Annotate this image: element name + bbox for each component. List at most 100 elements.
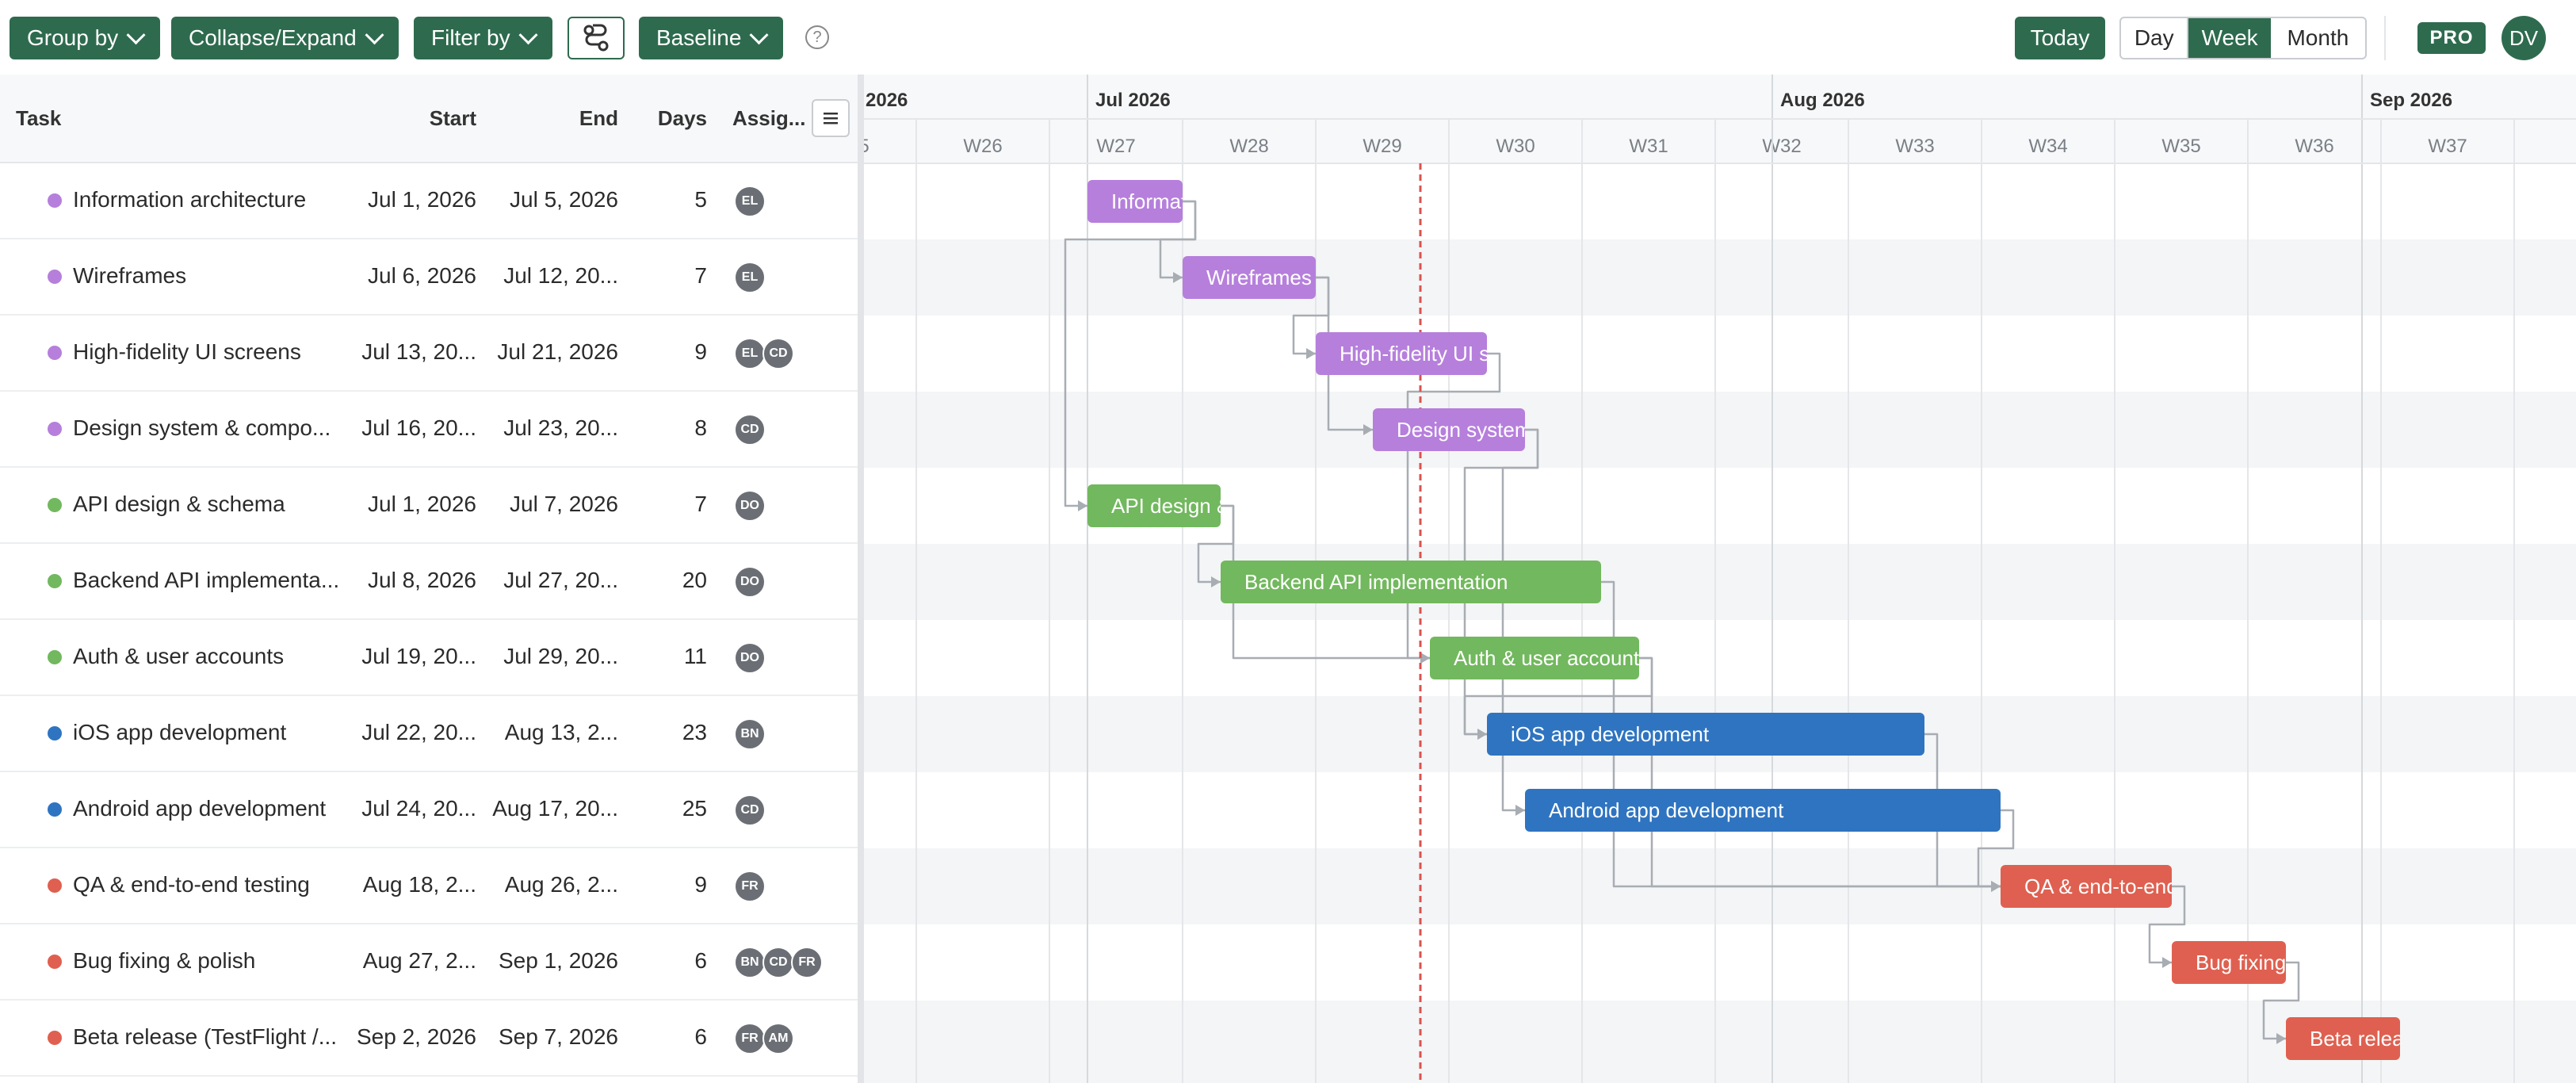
task-row[interactable]: Information architecture Jul 1, 2026 Jul 5… xyxy=(0,163,858,239)
task-name[interactable]: Android app development xyxy=(73,796,326,821)
help-icon[interactable]: ? xyxy=(805,25,829,49)
task-name[interactable]: API design & schema xyxy=(73,492,285,517)
task-end-date[interactable]: Jul 7, 2026 xyxy=(510,492,618,517)
task-days[interactable]: 6 xyxy=(694,1024,707,1050)
collapse-expand-button[interactable]: Collapse/Expand xyxy=(171,17,399,59)
task-bar[interactable]: Wireframes xyxy=(1183,256,1316,299)
task-days[interactable]: 25 xyxy=(682,796,707,821)
task-end-date[interactable]: Jul 27, 20... xyxy=(503,568,618,593)
task-start-date[interactable]: Jul 16, 20... xyxy=(361,415,476,441)
task-end-date[interactable]: Aug 26, 2... xyxy=(505,872,618,897)
task-bar[interactable]: Beta release (TestFlight / Play Console) xyxy=(2286,1017,2400,1060)
task-row[interactable]: Beta release (TestFlight /... Sep 2, 2026… xyxy=(0,1001,858,1077)
today-button[interactable]: Today xyxy=(2015,17,2105,59)
user-avatar[interactable]: DV xyxy=(2501,16,2546,60)
assignee-avatar[interactable]: AM xyxy=(762,1023,794,1054)
task-start-date[interactable]: Jul 6, 2026 xyxy=(368,263,476,289)
task-start-date[interactable]: Aug 18, 2... xyxy=(363,872,476,897)
group-by-button[interactable]: Group by xyxy=(10,17,161,59)
task-days[interactable]: 7 xyxy=(694,263,707,289)
zoom-month-option[interactable]: Month xyxy=(2271,18,2365,58)
task-name[interactable]: Information architecture xyxy=(73,187,306,212)
assignee-avatar[interactable]: DO xyxy=(734,566,766,598)
task-days[interactable]: 9 xyxy=(694,872,707,897)
task-days[interactable]: 7 xyxy=(694,492,707,517)
task-row[interactable]: Wireframes Jul 6, 2026 Jul 12, 20... 7 EL xyxy=(0,239,858,316)
task-end-date[interactable]: Sep 7, 2026 xyxy=(499,1024,618,1050)
assignee-avatar[interactable]: FR xyxy=(734,1023,766,1054)
task-name[interactable]: iOS app development xyxy=(73,720,286,745)
task-name[interactable]: High-fidelity UI screens xyxy=(73,339,301,365)
column-menu-button[interactable] xyxy=(812,99,850,137)
task-end-date[interactable]: Aug 13, 2... xyxy=(505,720,618,745)
assignee-avatar[interactable]: FR xyxy=(791,947,823,978)
task-start-date[interactable]: Jul 1, 2026 xyxy=(368,492,476,517)
task-days[interactable]: 8 xyxy=(694,415,707,441)
task-days[interactable]: 11 xyxy=(684,644,707,669)
task-bar[interactable]: iOS app development xyxy=(1487,713,1924,756)
task-days[interactable]: 6 xyxy=(694,948,707,974)
task-row[interactable]: Design system & compo... Jul 16, 20... Jul… xyxy=(0,392,858,468)
assignee-avatar[interactable]: BN xyxy=(734,947,766,978)
task-bar[interactable]: Backend API implementation xyxy=(1221,561,1601,603)
assignee-avatar[interactable]: EL xyxy=(734,262,766,293)
assignee-avatar[interactable]: EL xyxy=(734,186,766,217)
task-bar[interactable]: High-fidelity UI screens xyxy=(1316,332,1487,375)
column-header-days[interactable]: Days xyxy=(658,106,707,131)
column-header-end[interactable]: End xyxy=(579,106,618,131)
task-start-date[interactable]: Jul 13, 20... xyxy=(361,339,476,365)
dependencies-toggle-button[interactable] xyxy=(568,17,625,59)
task-start-date[interactable]: Aug 27, 2... xyxy=(363,948,476,974)
task-bar[interactable]: Auth & user accounts xyxy=(1430,637,1639,679)
task-name[interactable]: Bug fixing & polish xyxy=(73,948,255,974)
task-name[interactable]: Backend API implementa... xyxy=(73,568,339,593)
zoom-week-option[interactable]: Week xyxy=(2188,18,2271,58)
filter-by-button[interactable]: Filter by xyxy=(414,17,552,59)
assignee-avatar[interactable]: DO xyxy=(734,490,766,522)
task-name[interactable]: Beta release (TestFlight /... xyxy=(73,1024,337,1050)
task-name[interactable]: Design system & compo... xyxy=(73,415,331,441)
task-row[interactable]: Auth & user accounts Jul 19, 20... Jul 29,… xyxy=(0,620,858,696)
task-bar[interactable]: API design & schema xyxy=(1087,484,1221,527)
task-bar[interactable]: Android app development xyxy=(1525,789,2001,832)
assignee-avatar[interactable]: FR xyxy=(734,871,766,902)
task-row[interactable]: Backend API implementa... Jul 8, 2026 Jul … xyxy=(0,544,858,620)
task-bar[interactable]: Bug fixing & polish xyxy=(2172,941,2286,984)
task-days[interactable]: 23 xyxy=(682,720,707,745)
task-row[interactable]: QA & end-to-end testing Aug 18, 2... Aug 2… xyxy=(0,848,858,924)
column-header-assignees[interactable]: Assig... xyxy=(732,106,805,131)
assignee-avatar[interactable]: BN xyxy=(734,718,766,750)
baseline-button[interactable]: Baseline xyxy=(639,17,784,59)
task-name[interactable]: Auth & user accounts xyxy=(73,644,284,669)
assignee-avatar[interactable]: CD xyxy=(734,794,766,826)
task-bar[interactable]: QA & end-to-end testing xyxy=(2001,865,2172,908)
assignee-avatar[interactable]: EL xyxy=(734,338,766,369)
zoom-day-option[interactable]: Day xyxy=(2121,18,2189,58)
task-end-date[interactable]: Jul 12, 20... xyxy=(503,263,618,289)
task-end-date[interactable]: Sep 1, 2026 xyxy=(499,948,618,974)
task-bar[interactable]: Information architecture xyxy=(1087,180,1183,223)
task-row[interactable]: API design & schema Jul 1, 2026 Jul 7, 202… xyxy=(0,468,858,544)
plan-badge[interactable]: PRO xyxy=(2417,22,2486,54)
assignee-avatar[interactable]: CD xyxy=(762,947,794,978)
task-end-date[interactable]: Jul 21, 2026 xyxy=(497,339,618,365)
task-bar[interactable]: Design system & components xyxy=(1373,408,1525,451)
task-end-date[interactable]: Jul 29, 20... xyxy=(503,644,618,669)
task-name[interactable]: QA & end-to-end testing xyxy=(73,872,310,897)
task-start-date[interactable]: Jul 24, 20... xyxy=(361,796,476,821)
task-row[interactable]: High-fidelity UI screens Jul 13, 20... Jul… xyxy=(0,316,858,392)
pane-splitter[interactable] xyxy=(858,75,864,1083)
task-row[interactable]: iOS app development Jul 22, 20... Aug 13, … xyxy=(0,696,858,772)
task-end-date[interactable]: Jul 5, 2026 xyxy=(510,187,618,212)
task-days[interactable]: 5 xyxy=(694,187,707,212)
column-header-task[interactable]: Task xyxy=(16,106,61,131)
task-start-date[interactable]: Jul 1, 2026 xyxy=(368,187,476,212)
task-days[interactable]: 20 xyxy=(682,568,707,593)
assignee-avatar[interactable]: CD xyxy=(734,414,766,446)
task-start-date[interactable]: Jul 8, 2026 xyxy=(368,568,476,593)
assignee-avatar[interactable]: DO xyxy=(734,642,766,674)
task-days[interactable]: 9 xyxy=(694,339,707,365)
assignee-avatar[interactable]: CD xyxy=(762,338,794,369)
task-end-date[interactable]: Jul 23, 20... xyxy=(503,415,618,441)
task-start-date[interactable]: Jul 22, 20... xyxy=(361,720,476,745)
